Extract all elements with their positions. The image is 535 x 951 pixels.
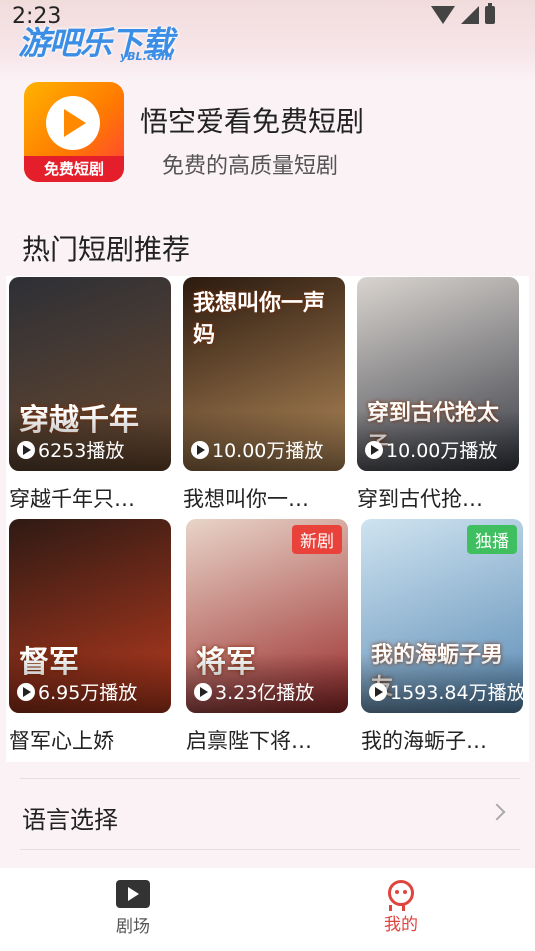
play-count-text: 6.95万播放 <box>38 682 138 704</box>
play-count: 10.00万播放 <box>191 436 323 463</box>
watermark-url: yBL.com <box>120 50 173 63</box>
drama-card[interactable]: 穿越千年6253播放穿越千年只… <box>9 277 171 513</box>
play-circle-icon <box>365 440 383 459</box>
poster-title-art: 我想叫你一声妈 <box>193 291 326 348</box>
language-select-row[interactable]: 语言选择 <box>0 782 535 848</box>
divider <box>20 849 520 850</box>
drama-card[interactable]: 我的海蛎子男友1593.84万播放独播我的海蛎子… <box>361 519 523 755</box>
bottom-tab-bar: 剧场 我的 <box>0 868 535 951</box>
play-count-text: 3.23亿播放 <box>215 682 315 704</box>
play-count-text: 6253播放 <box>38 440 125 462</box>
drama-poster: 督军6.95万播放 <box>9 519 171 713</box>
tab-me-label: 我的 <box>384 915 418 935</box>
chevron-right-icon <box>488 803 506 821</box>
drama-title: 督军心上娇 <box>9 729 114 753</box>
drama-poster: 穿越千年6253播放 <box>9 277 171 471</box>
drama-title: 我想叫你一… <box>183 487 309 511</box>
play-count: 6253播放 <box>17 436 124 463</box>
play-count: 6.95万播放 <box>17 678 137 705</box>
status-icons <box>431 3 495 24</box>
play-circle-icon <box>191 440 209 459</box>
drama-tag-badge: 独播 <box>467 525 517 554</box>
drama-card[interactable]: 穿到古代抢太子10.00万播放穿到古代抢… <box>357 277 519 513</box>
battery-icon <box>485 3 495 24</box>
drama-poster: 我的海蛎子男友1593.84万播放独播 <box>361 519 523 713</box>
drama-title: 我的海蛎子… <box>361 729 487 753</box>
section-title: 热门短剧推荐 <box>22 233 191 266</box>
wifi-icon <box>431 6 455 24</box>
app-subtitle: 免费的高质量短剧 <box>162 154 339 179</box>
language-select-label: 语言选择 <box>22 806 118 834</box>
play-count: 1593.84万播放 <box>369 678 523 705</box>
play-count: 3.23亿播放 <box>194 678 314 705</box>
play-circle-icon <box>369 682 387 701</box>
drama-title: 穿越千年只… <box>9 487 135 511</box>
app-name: 悟空爱看免费短剧 <box>140 105 365 138</box>
drama-card[interactable]: 我想叫你一声妈 10.00万播放我想叫你一… <box>183 277 345 513</box>
drama-tag-badge: 新剧 <box>292 525 342 554</box>
play-count-text: 10.00万播放 <box>386 440 498 462</box>
drama-poster: 我想叫你一声妈 10.00万播放 <box>183 277 345 471</box>
play-count: 10.00万播放 <box>365 436 497 463</box>
drama-card[interactable]: 督军6.95万播放督军心上娇 <box>9 519 171 755</box>
play-circle-icon <box>194 682 212 701</box>
signal-icon <box>461 6 479 24</box>
play-count-text: 10.00万播放 <box>212 440 324 462</box>
play-circle-icon <box>17 440 35 459</box>
tab-me[interactable]: 我的 <box>361 880 441 935</box>
tab-theater[interactable]: 剧场 <box>93 880 173 937</box>
app-icon-badge: 免费短剧 <box>24 156 124 182</box>
theater-play-icon <box>116 880 150 908</box>
play-count-text: 1593.84万播放 <box>390 682 523 704</box>
drama-title: 穿到古代抢… <box>357 487 483 511</box>
tab-theater-label: 剧场 <box>116 917 150 937</box>
play-circle-icon <box>17 682 35 701</box>
drama-title: 启禀陛下将… <box>186 729 312 753</box>
drama-poster: 将军3.23亿播放新剧 <box>186 519 348 713</box>
divider <box>20 778 520 779</box>
drama-card[interactable]: 将军3.23亿播放新剧启禀陛下将… <box>186 519 348 755</box>
app-icon: 免费短剧 <box>24 82 124 182</box>
drama-poster: 穿到古代抢太子10.00万播放 <box>357 277 519 471</box>
smiley-user-icon <box>388 880 414 911</box>
